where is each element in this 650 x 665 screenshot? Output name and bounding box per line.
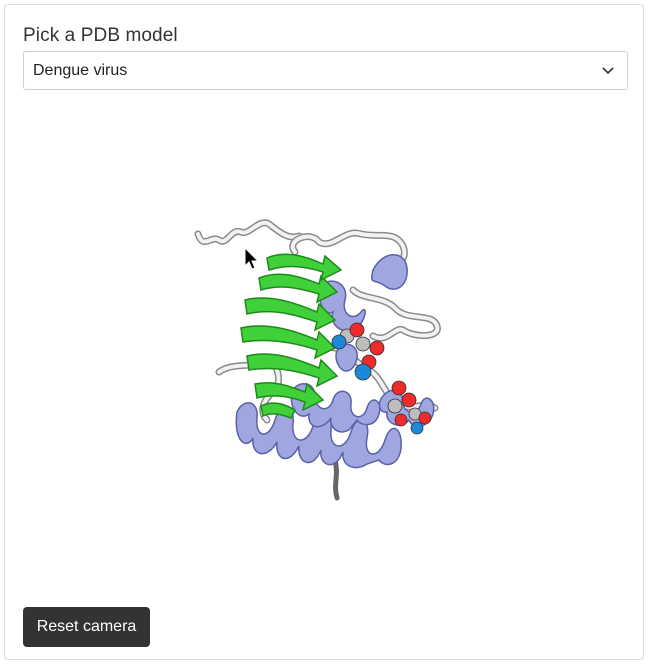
sheet-arrows	[240, 253, 343, 419]
mouse-cursor-icon	[244, 246, 260, 270]
model-card: Pick a PDB model Dengue virus Reset came…	[4, 4, 644, 660]
selected-model: Dengue virus	[33, 62, 128, 79]
chevron-down-icon	[602, 67, 614, 75]
panel-title: Pick a PDB model	[23, 25, 178, 46]
molecule-viewer[interactable]	[23, 100, 628, 590]
reset-camera-button[interactable]: Reset camera	[23, 607, 150, 647]
pdb-model-select[interactable]: Dengue virus	[23, 51, 628, 90]
